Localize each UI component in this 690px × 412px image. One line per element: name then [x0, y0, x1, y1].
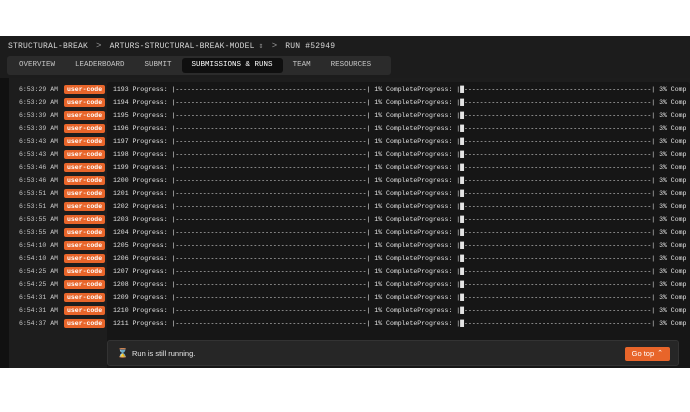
log-line-text: 1197 Progress: |------------------------… [113, 138, 687, 145]
source-badge: user-code [64, 215, 106, 224]
source-badge: user-code [64, 150, 106, 159]
tab-overview[interactable]: OVERVIEW [9, 58, 65, 73]
log-timestamp: 6:54:10 AM [18, 242, 58, 249]
log-line-text: 1195 Progress: |------------------------… [113, 112, 687, 119]
log-timestamp: 6:53:46 AM [18, 164, 58, 171]
log-row: 6:54:25 AM user-code 1208 Progress: |-----… [0, 278, 690, 291]
log-line-text: 1205 Progress: |------------------------… [113, 242, 687, 249]
log-row: 6:53:39 AM user-code 1196 Progress: |-----… [0, 122, 690, 135]
source-badge: user-code [64, 202, 106, 211]
log-line-text: 1203 Progress: |------------------------… [113, 216, 687, 223]
chevron-up-down-icon[interactable]: ⇕ [259, 41, 264, 51]
log-timestamp: 6:53:51 AM [18, 203, 58, 210]
chevron-up-icon: ⌃ [657, 350, 663, 357]
log-line-text: 1194 Progress: |------------------------… [113, 99, 687, 106]
breadcrumb-separator: > [271, 41, 278, 51]
log-line-text: 1206 Progress: |------------------------… [113, 255, 687, 262]
tab-resources[interactable]: RESOURCES [321, 58, 382, 73]
source-badge: user-code [64, 189, 106, 198]
log-row: 6:53:29 AM user-code 1193 Progress: |-----… [0, 83, 690, 96]
source-badge: user-code [64, 228, 106, 237]
log-row: 6:54:25 AM user-code 1207 Progress: |-----… [0, 265, 690, 278]
source-badge: user-code [64, 241, 106, 250]
source-badge: user-code [64, 111, 106, 120]
breadcrumb: STRUCTURAL-BREAK > ARTURS-STRUCTURAL-BRE… [0, 36, 690, 56]
log-row: 6:54:10 AM user-code 1206 Progress: |-----… [0, 252, 690, 265]
log-line-text: 1200 Progress: |------------------------… [113, 177, 687, 184]
log-line-text: 1198 Progress: |------------------------… [113, 151, 687, 158]
tab-strip: OVERVIEW LEADERBOARD SUBMIT SUBMISSIONS & R… [0, 56, 690, 78]
log-row: 6:54:31 AM user-code 1210 Progress: |-----… [0, 304, 690, 317]
go-top-label: Go top [631, 349, 655, 358]
log-row: 6:53:51 AM user-code 1202 Progress: |-----… [0, 200, 690, 213]
log-line-text: 1209 Progress: |------------------------… [113, 294, 687, 301]
log-timestamp: 6:53:39 AM [18, 125, 58, 132]
log-row: 6:53:55 AM user-code 1204 Progress: |-----… [0, 226, 690, 239]
log-row: 6:53:46 AM user-code 1200 Progress: |-----… [0, 174, 690, 187]
log-timestamp: 6:53:29 AM [18, 99, 58, 106]
log-timestamp: 6:53:29 AM [18, 86, 58, 93]
source-badge: user-code [64, 137, 106, 146]
log-line-text: 1207 Progress: |------------------------… [113, 268, 687, 275]
log-timestamp: 6:54:37 AM [18, 320, 58, 327]
run-status-text: Run is still running. [132, 349, 196, 358]
breadcrumb-run: RUN #52949 [285, 41, 336, 51]
log-line-text: 1201 Progress: |------------------------… [113, 190, 687, 197]
tab-team[interactable]: TEAM [283, 58, 321, 73]
log-row: 6:53:55 AM user-code 1203 Progress: |-----… [0, 213, 690, 226]
source-badge: user-code [64, 124, 106, 133]
tab-bar: OVERVIEW LEADERBOARD SUBMIT SUBMISSIONS & R… [7, 56, 391, 75]
breadcrumb-project[interactable]: STRUCTURAL-BREAK [8, 42, 88, 51]
source-badge: user-code [64, 319, 106, 328]
tab-submissions-runs[interactable]: SUBMISSIONS & RUNS [181, 58, 283, 73]
log-line-text: 1196 Progress: |------------------------… [113, 125, 687, 132]
log-row: 6:53:39 AM user-code 1195 Progress: |-----… [0, 109, 690, 122]
log-row: 6:53:51 AM user-code 1201 Progress: |-----… [0, 187, 690, 200]
log-timestamp: 6:54:25 AM [18, 281, 58, 288]
log-timestamp: 6:53:43 AM [18, 151, 58, 158]
log-timestamp: 6:53:55 AM [18, 229, 58, 236]
log-line-text: 1199 Progress: |------------------------… [113, 164, 687, 171]
source-badge: user-code [64, 85, 106, 94]
log-timestamp: 6:54:31 AM [18, 307, 58, 314]
log-panel: 6:53:29 AM user-code 1193 Progress: |-----… [0, 78, 690, 368]
log-timestamp: 6:53:46 AM [18, 177, 58, 184]
tab-leaderboard[interactable]: LEADERBOARD [65, 58, 135, 73]
source-badge: user-code [64, 163, 106, 172]
log-row: 6:53:29 AM user-code 1194 Progress: |-----… [0, 96, 690, 109]
log-timestamp: 6:53:55 AM [18, 216, 58, 223]
log-row: 6:53:43 AM user-code 1197 Progress: |-----… [0, 135, 690, 148]
breadcrumb-model[interactable]: ARTURS-STRUCTURAL-BREAK-MODEL [110, 42, 255, 51]
log-line-text: 1193 Progress: |------------------------… [113, 86, 687, 93]
log-line-text: 1210 Progress: |------------------------… [113, 307, 687, 314]
log-timestamp: 6:54:25 AM [18, 268, 58, 275]
source-badge: user-code [64, 254, 106, 263]
breadcrumb-separator: > [96, 41, 102, 51]
source-badge: user-code [64, 280, 106, 289]
log-timestamp: 6:53:51 AM [18, 190, 58, 197]
log-timestamp: 6:54:10 AM [18, 255, 58, 262]
source-badge: user-code [64, 176, 106, 185]
log-row: 6:54:31 AM user-code 1209 Progress: |-----… [0, 291, 690, 304]
source-badge: user-code [64, 306, 106, 315]
log-row: 6:53:43 AM user-code 1198 Progress: |-----… [0, 148, 690, 161]
log-line-text: 1202 Progress: |------------------------… [113, 203, 687, 210]
log-line-text: 1211 Progress: |------------------------… [113, 320, 687, 327]
go-top-button[interactable]: Go top ⌃ [624, 347, 670, 361]
log-line-text: 1208 Progress: |------------------------… [113, 281, 687, 288]
log-timestamp: 6:54:31 AM [18, 294, 58, 301]
spinner-icon: ⌛ [117, 348, 129, 358]
log-row: 6:54:10 AM user-code 1205 Progress: |-----… [0, 239, 690, 252]
tab-submit[interactable]: SUBMIT [135, 58, 182, 73]
source-badge: user-code [64, 98, 106, 107]
run-status-bar: ⌛ Run is still running. Go top ⌃ [107, 340, 679, 366]
log-row: 6:53:46 AM user-code 1199 Progress: |-----… [0, 161, 690, 174]
source-badge: user-code [64, 293, 106, 302]
log-timestamp: 6:53:39 AM [18, 112, 58, 119]
log-line-text: 1204 Progress: |------------------------… [113, 229, 687, 236]
log-row: 6:54:37 AM user-code 1211 Progress: |-----… [0, 317, 690, 330]
source-badge: user-code [64, 267, 106, 276]
log-timestamp: 6:53:43 AM [18, 138, 58, 145]
